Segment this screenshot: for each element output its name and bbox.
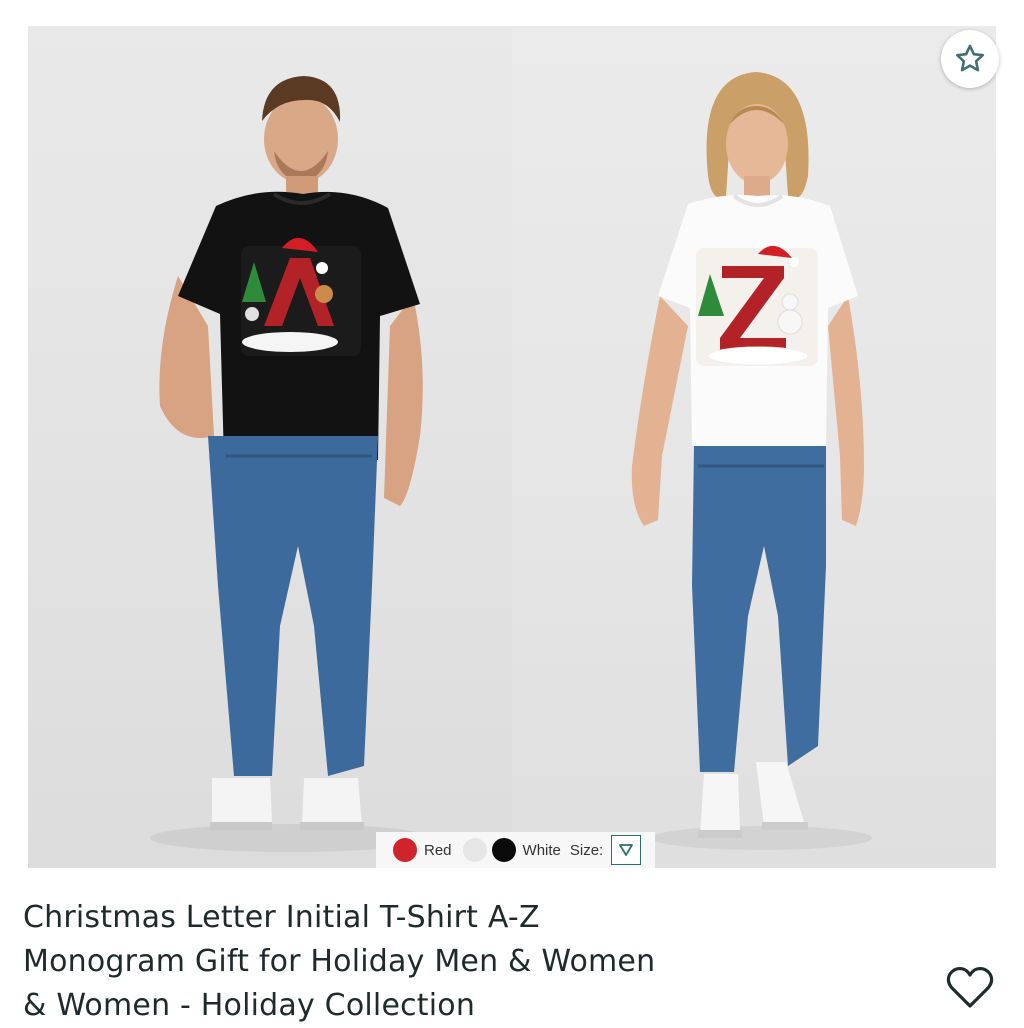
product-title-line: Christmas Letter Initial T-Shirt A-Z <box>23 900 540 935</box>
product-title-line: & Women - Holiday Collection <box>23 988 476 1023</box>
color-swatch-red[interactable] <box>393 838 417 862</box>
product-image[interactable] <box>28 26 996 868</box>
variant-selector: Red White Size: <box>376 832 655 868</box>
color-label-white: White <box>522 841 561 859</box>
product-photo-men <box>28 26 512 868</box>
star-outline-icon <box>955 44 985 72</box>
color-swatch-gray[interactable] <box>462 838 487 862</box>
model-woman-white-tshirt <box>631 72 872 850</box>
triangle-down-icon <box>619 844 634 856</box>
heart-outline-icon <box>946 966 994 1008</box>
wishlist-heart-button[interactable] <box>944 964 996 1012</box>
size-label: Size: <box>569 841 604 859</box>
product-title-line: Monogram Gift for Holiday Men & Women <box>23 944 656 979</box>
product-title[interactable]: Christmas Letter Initial T-Shirt A-Z Mon… <box>23 896 703 1028</box>
color-label-red: Red <box>424 841 452 859</box>
favorite-star-button[interactable] <box>941 30 999 88</box>
model-man-black-tshirt <box>150 76 430 852</box>
color-swatch-black[interactable] <box>491 838 516 862</box>
size-dropdown-button[interactable] <box>611 835 642 865</box>
product-photo-women <box>512 26 996 868</box>
